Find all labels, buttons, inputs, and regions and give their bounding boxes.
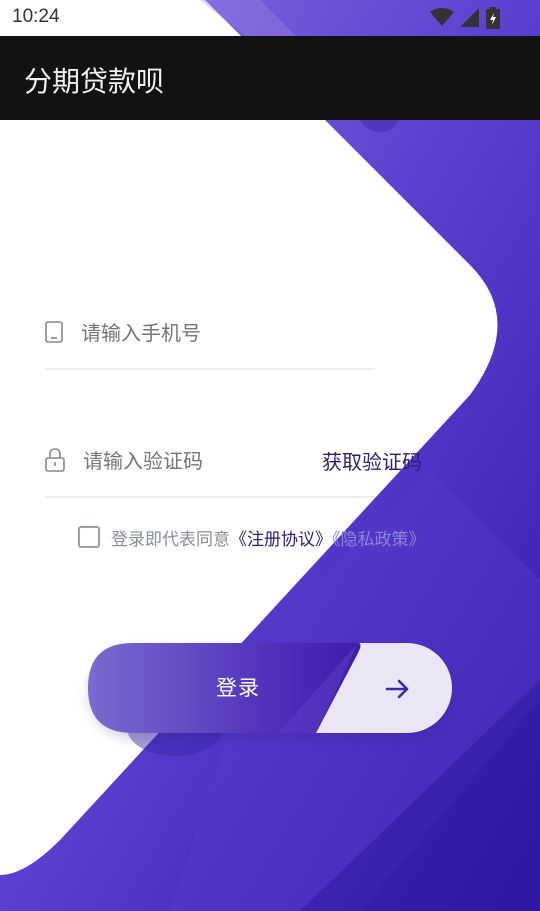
agreement-link[interactable]: 《注册协议》 [230, 530, 332, 550]
code-underline [45, 496, 375, 498]
login-label: 登录 [216, 676, 260, 700]
privacy-link[interactable]: 《隐私政策》 [332, 530, 426, 550]
signal-icon [460, 8, 479, 27]
phone-underline [45, 368, 375, 370]
app-title: 分期贷款呗 [24, 65, 165, 98]
phone-input[interactable] [79, 318, 373, 350]
agree-checkbox[interactable] [78, 526, 100, 548]
lock-icon [45, 448, 65, 472]
phone-field[interactable] [45, 312, 375, 370]
status-icons [430, 7, 500, 29]
arrow-right-icon[interactable] [385, 677, 411, 701]
wifi-icon [430, 8, 454, 26]
code-input[interactable] [81, 446, 315, 478]
status-bar: 10:24 [0, 0, 540, 36]
phone-icon [45, 321, 63, 343]
agreement-prefix: 登录即代表同意 [111, 529, 230, 550]
agreement-text: 登录即代表同意《注册协议》《隐私政策》 [111, 525, 426, 550]
agreement-row: 登录即代表同意《注册协议》《隐私政策》 [78, 522, 426, 552]
battery-icon [486, 7, 500, 29]
app-bar: 分期贷款呗 [0, 36, 540, 120]
get-code-button[interactable]: 获取验证码 [322, 446, 422, 475]
status-time: 10:24 [12, 6, 60, 27]
